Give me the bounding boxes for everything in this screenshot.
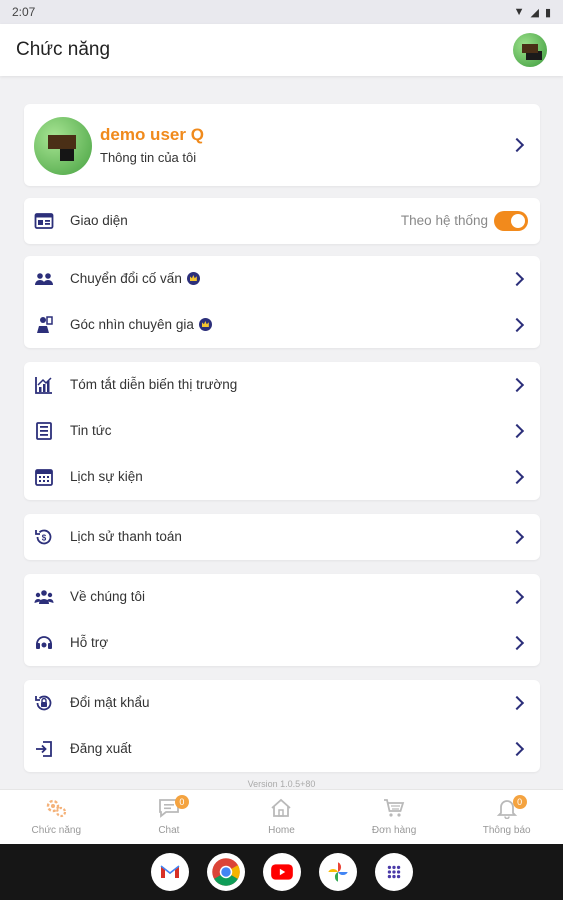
profile-name: demo user Q bbox=[100, 125, 204, 144]
signal-icon: ◢ bbox=[530, 6, 539, 19]
chat-badge: 0 bbox=[174, 795, 189, 809]
bottom-nav: Chức năng 0 Chat Home Đơn hàng 0 Thông b… bbox=[0, 789, 563, 844]
chevron-right-icon bbox=[509, 741, 525, 757]
system-dock bbox=[0, 844, 563, 900]
gears-icon bbox=[44, 797, 68, 819]
calendar-icon bbox=[34, 467, 54, 487]
appearance-row: Giao diện Theo hệ thống bbox=[24, 198, 540, 244]
payment-history-icon: $ bbox=[34, 527, 54, 547]
chart-icon bbox=[34, 375, 54, 395]
event-calendar-label: Lịch sự kiện bbox=[70, 469, 143, 484]
content: demo user Q Thông tin của tôi Giao diện … bbox=[0, 76, 563, 789]
nav-tab-home[interactable]: Home bbox=[225, 790, 338, 844]
menu-item-payment-history[interactable]: $ Lịch sử thanh toán bbox=[24, 514, 540, 560]
cart-icon bbox=[382, 797, 406, 819]
svg-text:$: $ bbox=[42, 534, 47, 543]
chrome-icon[interactable] bbox=[206, 853, 245, 891]
about-us-label: Về chúng tôi bbox=[70, 589, 146, 604]
status-icons: ▼ ◢ ▮ bbox=[514, 6, 551, 19]
expert-view-text: Góc nhìn chuyên gia bbox=[70, 317, 194, 332]
group-icon bbox=[34, 587, 54, 607]
market-summary-label: Tóm tắt diễn biến thị trường bbox=[70, 377, 238, 392]
lock-reset-icon bbox=[34, 693, 54, 713]
chevron-right-icon bbox=[509, 137, 525, 153]
profile-subtitle: Thông tin của tôi bbox=[100, 150, 197, 165]
nav-label-notifications: Thông báo bbox=[482, 825, 531, 836]
notifications-badge: 0 bbox=[512, 795, 527, 809]
battery-icon: ▮ bbox=[544, 6, 551, 19]
menu-item-change-password[interactable]: Đổi mật khẩu bbox=[24, 680, 540, 726]
about-card: Về chúng tôi Hỗ trợ bbox=[24, 574, 540, 666]
menu-item-expert-view[interactable]: Góc nhìn chuyên gia bbox=[24, 302, 540, 348]
menu-item-about-us[interactable]: Về chúng tôi bbox=[24, 574, 540, 620]
menu-label: Góc nhìn chuyên gia bbox=[70, 317, 212, 332]
menu-item-market-summary[interactable]: Tóm tắt diễn biến thị trường bbox=[24, 362, 540, 408]
gmail-icon[interactable] bbox=[150, 853, 189, 891]
chevron-right-icon bbox=[509, 423, 525, 439]
advisor-switch-text: Chuyển đổi cố vấn bbox=[70, 271, 182, 286]
version-text: Version 1.0.5+80 bbox=[247, 779, 316, 789]
market-card: Tóm tắt diễn biến thị trường Tin tức Lịc… bbox=[24, 362, 540, 500]
nav-label-orders: Đơn hàng bbox=[371, 825, 417, 836]
advisor-card: Chuyển đổi cố vấn Góc nhìn chuyên gia bbox=[24, 256, 540, 348]
chevron-right-icon bbox=[509, 469, 525, 485]
chevron-right-icon bbox=[509, 589, 525, 605]
payment-history-label: Lịch sử thanh toán bbox=[70, 529, 182, 544]
nav-tab-orders[interactable]: Đơn hàng bbox=[338, 790, 451, 844]
expert-icon bbox=[34, 315, 54, 335]
status-time: 2:07 bbox=[12, 5, 36, 19]
chevron-right-icon bbox=[509, 317, 525, 333]
menu-label: Chuyển đổi cố vấn bbox=[70, 271, 200, 286]
chat-icon: 0 bbox=[157, 795, 189, 819]
nav-label-home: Home bbox=[268, 825, 295, 836]
nav-label-chat: Chat bbox=[158, 825, 180, 836]
headset-icon bbox=[34, 633, 54, 653]
appearance-label: Giao diện bbox=[70, 213, 128, 228]
theme-toggle[interactable] bbox=[494, 211, 528, 231]
logout-icon bbox=[34, 739, 54, 759]
chevron-right-icon bbox=[509, 271, 525, 287]
menu-item-event-calendar[interactable]: Lịch sự kiện bbox=[24, 454, 540, 500]
nav-tab-features[interactable]: Chức năng bbox=[0, 790, 113, 844]
news-label: Tin tức bbox=[70, 423, 112, 438]
nav-tab-chat[interactable]: 0 Chat bbox=[113, 790, 226, 844]
profile-card[interactable]: demo user Q Thông tin của tôi bbox=[24, 104, 540, 186]
menu-item-support[interactable]: Hỗ trợ bbox=[24, 620, 540, 666]
menu-item-logout[interactable]: Đăng xuất bbox=[24, 726, 540, 772]
photos-icon[interactable] bbox=[318, 853, 357, 891]
chevron-right-icon bbox=[509, 377, 525, 393]
change-password-label: Đổi mật khẩu bbox=[70, 695, 150, 710]
page-title: Chức năng bbox=[16, 39, 111, 60]
nav-tab-notifications[interactable]: 0 Thông báo bbox=[450, 790, 563, 844]
status-bar: 2:07 ▼ ◢ ▮ bbox=[0, 0, 563, 24]
chevron-right-icon bbox=[509, 529, 525, 545]
newspaper-icon bbox=[34, 421, 54, 441]
payment-card: $ Lịch sử thanh toán bbox=[24, 514, 540, 560]
menu-item-news[interactable]: Tin tức bbox=[24, 408, 540, 454]
header-avatar[interactable] bbox=[513, 33, 547, 67]
appearance-card: Giao diện Theo hệ thống bbox=[24, 198, 540, 244]
chevron-right-icon bbox=[509, 635, 525, 651]
app-drawer-icon[interactable] bbox=[374, 853, 413, 891]
chevron-right-icon bbox=[509, 695, 525, 711]
support-label: Hỗ trợ bbox=[70, 635, 109, 650]
users-icon bbox=[34, 269, 54, 289]
profile-avatar bbox=[34, 117, 92, 175]
window-icon bbox=[34, 211, 54, 231]
menu-item-advisor-switch[interactable]: Chuyển đổi cố vấn bbox=[24, 256, 540, 302]
account-card: Đổi mật khẩu Đăng xuất bbox=[24, 680, 540, 772]
home-icon bbox=[269, 797, 293, 819]
logout-label: Đăng xuất bbox=[70, 741, 132, 756]
bell-icon: 0 bbox=[495, 795, 527, 820]
wifi-icon: ▼ bbox=[513, 6, 525, 18]
theme-mode-label: Theo hệ thống bbox=[400, 213, 488, 228]
nav-label-features: Chức năng bbox=[31, 825, 82, 836]
app-bar: Chức năng bbox=[0, 24, 563, 76]
crown-icon bbox=[186, 272, 200, 285]
youtube-icon[interactable] bbox=[262, 853, 301, 891]
crown-icon bbox=[198, 318, 212, 331]
